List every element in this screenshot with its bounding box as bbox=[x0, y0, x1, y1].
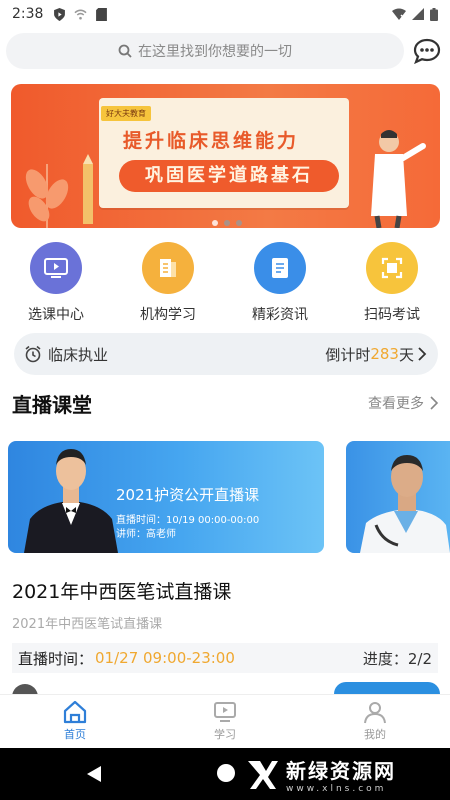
scan-icon bbox=[366, 242, 418, 294]
tab-label: 我的 bbox=[364, 728, 386, 741]
watermark-logo-icon bbox=[248, 761, 278, 789]
section-title: 直播课堂 bbox=[12, 392, 92, 417]
message-button[interactable] bbox=[412, 36, 442, 66]
tab-study[interactable]: 学习 bbox=[150, 695, 300, 748]
tab-label: 首页 bbox=[64, 728, 86, 741]
exam-countdown-bar[interactable]: 临床执业 倒计时 283 天 bbox=[14, 333, 438, 375]
status-time: 2:38 bbox=[12, 6, 44, 22]
battery-icon bbox=[430, 7, 438, 21]
wifi-icon bbox=[392, 8, 406, 20]
countdown-suffix: 天 bbox=[398, 345, 414, 364]
watermark-name: 新绿资源网 bbox=[286, 758, 396, 783]
banner-tag: 好大夫教育 bbox=[101, 106, 151, 121]
sd-card-icon bbox=[96, 7, 108, 21]
user-icon bbox=[364, 702, 386, 724]
banner-dot[interactable] bbox=[212, 220, 218, 226]
bottom-tab-bar: 首页 学习 我的 bbox=[0, 694, 450, 748]
video-screen-icon bbox=[214, 702, 236, 722]
countdown-days: 283 bbox=[370, 345, 399, 363]
shield-icon bbox=[54, 7, 66, 21]
chevron-right-icon bbox=[430, 396, 439, 410]
menu-item-course-center[interactable]: 选课中心 bbox=[0, 242, 112, 324]
menu-item-scan-exam[interactable]: 扫码考试 bbox=[336, 242, 448, 324]
wifi-off-icon bbox=[74, 9, 87, 20]
schedule-label: 直播时间： bbox=[18, 649, 94, 668]
search-input[interactable]: 在这里找到你想要的一切 bbox=[6, 33, 404, 69]
menu-label: 选课中心 bbox=[28, 307, 84, 323]
banner-headline: 提升临床思维能力 bbox=[123, 130, 300, 152]
course-title[interactable]: 2021年中西医笔试直播课 bbox=[12, 577, 231, 604]
signal-icon bbox=[412, 8, 424, 20]
menu-label: 精彩资讯 bbox=[252, 307, 308, 323]
chevron-right-icon bbox=[418, 347, 427, 361]
card-teacher: 讲师：高老师 bbox=[116, 529, 176, 540]
exam-countdown: 倒计时 283 天 bbox=[325, 344, 428, 365]
see-more-label: 查看更多 bbox=[368, 396, 424, 412]
teacher-photo bbox=[24, 449, 118, 553]
menu-label: 扫码考试 bbox=[364, 307, 420, 323]
tab-home[interactable]: 首页 bbox=[0, 695, 150, 748]
home-circle-button[interactable] bbox=[217, 764, 235, 782]
quick-menu: 选课中心 机构学习 精彩资讯 扫码考试 bbox=[0, 242, 450, 324]
chat-bubble-icon bbox=[413, 38, 441, 64]
menu-label: 机构学习 bbox=[140, 307, 196, 323]
system-nav-bar: 新绿资源网 www.xlns.com bbox=[0, 748, 450, 800]
menu-item-news[interactable]: 精彩资讯 bbox=[224, 242, 336, 324]
doctor-illustration-icon bbox=[371, 130, 426, 228]
search-icon bbox=[118, 44, 132, 58]
watermark-url: www.xlns.com bbox=[286, 783, 387, 794]
course-schedule-bar: 直播时间： 01/27 09:00-23:00 进度：2/2 bbox=[12, 643, 438, 673]
banner-dot[interactable] bbox=[224, 220, 230, 226]
alarm-clock-icon bbox=[25, 345, 41, 363]
book-icon bbox=[142, 242, 194, 294]
live-course-card-next[interactable] bbox=[346, 441, 450, 553]
live-section-header: 直播课堂 查看更多 bbox=[12, 388, 440, 418]
card-time: 直播时间：10/19 00:00-00:00 bbox=[116, 515, 260, 526]
tab-profile[interactable]: 我的 bbox=[300, 695, 450, 748]
course-subtitle: 2021年中西医笔试直播课 bbox=[12, 617, 163, 632]
watermark: 新绿资源网 www.xlns.com bbox=[246, 752, 436, 796]
live-course-card[interactable]: 2021护资公开直播课 直播时间：10/19 00:00-00:00 讲师：高老… bbox=[8, 441, 324, 553]
card-title: 2021护资公开直播课 bbox=[116, 486, 260, 504]
status-bar: 2:38 bbox=[0, 0, 450, 28]
see-more-link[interactable]: 查看更多 bbox=[368, 393, 440, 413]
doctor-photo bbox=[360, 455, 450, 553]
banner-dot[interactable] bbox=[236, 220, 242, 226]
schedule-time: 01/27 09:00-23:00 bbox=[95, 649, 235, 667]
home-icon bbox=[63, 700, 87, 724]
banner-pagination bbox=[212, 220, 242, 226]
banner-subheadline: 巩固医学道路基石 bbox=[119, 160, 339, 192]
play-video-icon bbox=[30, 242, 82, 294]
news-icon bbox=[254, 242, 306, 294]
app-screen: 2:38 在这里找到你想要的一切 好大夫教育 提升临床思维能力 巩固医学道路基石… bbox=[0, 0, 450, 800]
status-right bbox=[392, 7, 438, 21]
countdown-prefix: 倒计时 bbox=[325, 345, 371, 364]
menu-item-institution-study[interactable]: 机构学习 bbox=[112, 242, 224, 324]
back-triangle-icon[interactable] bbox=[86, 765, 102, 783]
exam-name: 临床执业 bbox=[48, 345, 109, 364]
tab-label: 学习 bbox=[214, 728, 236, 741]
watermark-text: 新绿资源网 www.xlns.com bbox=[286, 755, 396, 794]
leaf-decoration-icon bbox=[25, 164, 69, 228]
promo-banner[interactable]: 好大夫教育 提升临床思维能力 巩固医学道路基石 bbox=[11, 84, 440, 228]
search-placeholder: 在这里找到你想要的一切 bbox=[138, 44, 292, 60]
search-row: 在这里找到你想要的一切 bbox=[6, 32, 444, 70]
course-progress: 进度：2/2 bbox=[362, 649, 432, 668]
